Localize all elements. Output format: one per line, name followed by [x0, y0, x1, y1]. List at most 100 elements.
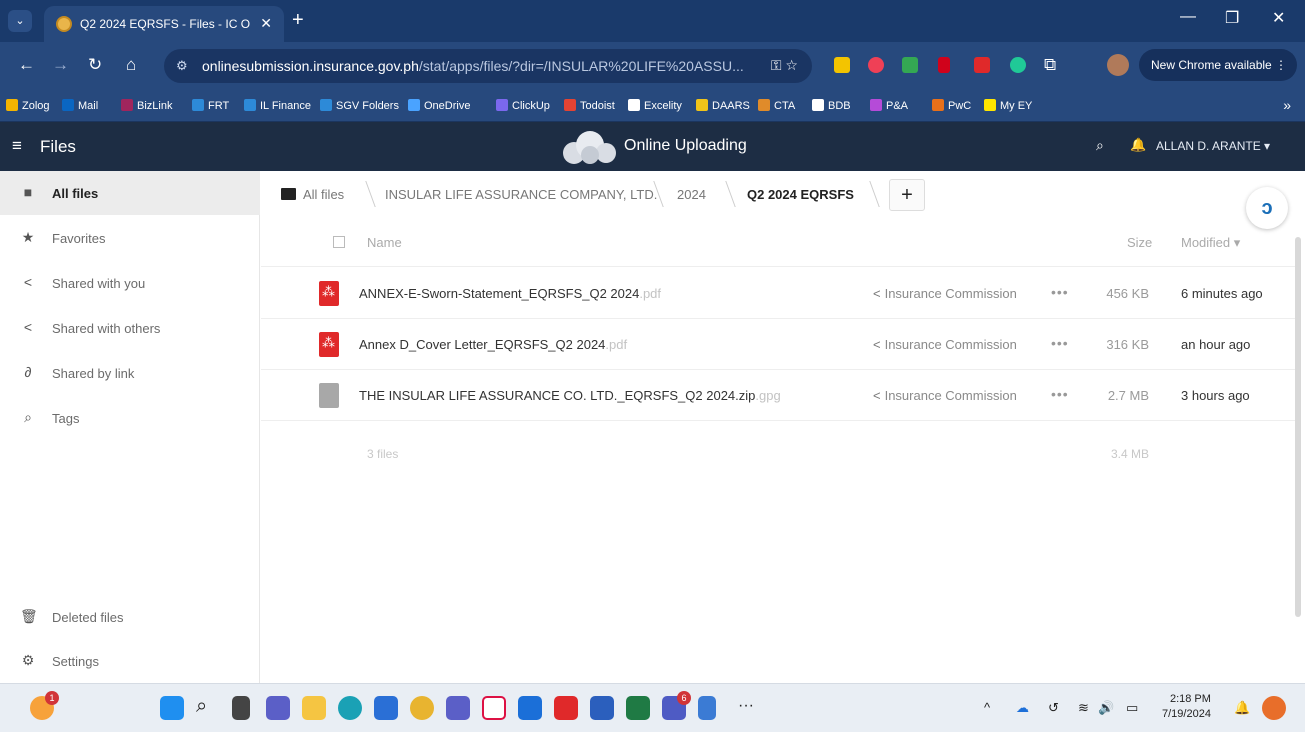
- bookmark-item[interactable]: FRT: [192, 99, 229, 112]
- column-size[interactable]: Size: [1127, 235, 1152, 250]
- breadcrumb-current[interactable]: Q2 2024 EQRSFS: [747, 187, 854, 202]
- teams-classic-icon[interactable]: [446, 696, 470, 720]
- breadcrumb-company[interactable]: INSULAR LIFE ASSURANCE COMPANY, LTD.: [385, 187, 657, 202]
- sidebar-item-all-files[interactable]: ■ All files: [0, 171, 260, 215]
- task-view-icon[interactable]: [232, 696, 250, 720]
- file-explorer-icon[interactable]: [302, 696, 326, 720]
- breadcrumb-year[interactable]: 2024: [677, 187, 706, 202]
- browser-tab-strip: ⌄ Q2 2024 EQRSFS - Files - IC On ✕ + — ❐…: [0, 0, 1305, 42]
- extension-green-circle-icon[interactable]: [1010, 57, 1026, 73]
- bookmark-item[interactable]: BizLink: [121, 99, 172, 112]
- tab-close-icon[interactable]: ✕: [260, 15, 272, 32]
- onedrive-icon[interactable]: ☁: [1016, 700, 1029, 716]
- bookmark-item[interactable]: DAARS: [696, 99, 750, 112]
- bookmark-item[interactable]: CTA: [758, 99, 795, 112]
- address-bar[interactable]: ⚙ onlinesubmission.insurance.gov.ph/stat…: [164, 49, 812, 83]
- sync-icon[interactable]: ↺: [1048, 700, 1059, 716]
- bookmark-item[interactable]: Excelity: [628, 99, 682, 112]
- show-hidden-icons-icon[interactable]: ^: [984, 700, 990, 715]
- extension-pocket-icon[interactable]: [868, 57, 884, 73]
- profile-avatar[interactable]: [1107, 54, 1129, 76]
- start-button-icon[interactable]: [160, 696, 184, 720]
- bookmark-item[interactable]: My EY: [984, 99, 1032, 112]
- bookmark-item[interactable]: P&A: [870, 99, 908, 112]
- notifications-icon[interactable]: 🔔: [1130, 137, 1146, 153]
- search-icon[interactable]: ⌕: [1096, 137, 1104, 154]
- sidebar-item-favorites[interactable]: ★ Favorites: [0, 216, 260, 260]
- word-icon[interactable]: [590, 696, 614, 720]
- table-row[interactable]: ANNEX-E-Sworn-Statement_EQRSFS_Q2 2024.p…: [261, 269, 1295, 319]
- browser-tab-active[interactable]: Q2 2024 EQRSFS - Files - IC On ✕: [44, 6, 284, 42]
- snipping-tool-icon[interactable]: [482, 696, 506, 720]
- restore-button[interactable]: ❐: [1225, 8, 1239, 28]
- home-icon[interactable]: ⌂: [126, 55, 136, 75]
- sidebar-item-shared-by-link[interactable]: ∂ Shared by link: [0, 351, 260, 395]
- clock[interactable]: 2:18 PM 7/19/2024: [1162, 692, 1211, 722]
- column-modified[interactable]: Modified ▾: [1181, 235, 1240, 251]
- scrollbar[interactable]: [1295, 237, 1301, 617]
- teams-icon[interactable]: [266, 696, 290, 720]
- new-tab-button[interactable]: +: [292, 10, 304, 30]
- more-apps-button[interactable]: ···: [738, 697, 754, 715]
- bookmark-item[interactable]: ClickUp: [496, 99, 550, 112]
- bookmarks-overflow-button[interactable]: »: [1283, 97, 1291, 113]
- outlook-icon[interactable]: [518, 696, 542, 720]
- new-file-button[interactable]: +: [889, 179, 925, 211]
- minimize-button[interactable]: —: [1180, 8, 1196, 26]
- file-actions-icon[interactable]: •••: [1051, 335, 1069, 351]
- date: 7/19/2024: [1162, 708, 1211, 720]
- wifi-icon[interactable]: ≋: [1078, 700, 1089, 716]
- bookmark-item[interactable]: PwC: [932, 99, 971, 112]
- extension-green-icon[interactable]: [902, 57, 918, 73]
- user-menu[interactable]: ALLAN D. ARANTE ▾: [1156, 139, 1270, 153]
- forward-arrow-icon[interactable]: →: [52, 55, 69, 75]
- menu-icon[interactable]: ≡: [12, 136, 22, 156]
- excel-icon[interactable]: [626, 696, 650, 720]
- extension-acrobat-icon[interactable]: [974, 57, 990, 73]
- bookmark-item[interactable]: SGV Folders: [320, 99, 399, 112]
- notification-bell-icon[interactable]: 🔔: [1234, 700, 1250, 716]
- chrome-icon[interactable]: [410, 696, 434, 720]
- site-info-icon[interactable]: ⚙: [176, 58, 188, 74]
- extension-notes-icon[interactable]: [834, 57, 850, 73]
- sidebar-item-settings[interactable]: ⚙ Settings: [0, 639, 260, 683]
- bookmark-item[interactable]: BDB: [812, 99, 851, 112]
- acrobat-icon[interactable]: [554, 696, 578, 720]
- sidebar-item-tags[interactable]: ⌕ Tags: [0, 396, 260, 440]
- bookmark-star-icon[interactable]: ⚿ ☆: [771, 57, 798, 74]
- weather-widget-icon[interactable]: 1: [30, 691, 59, 720]
- teams-new-icon[interactable]: 6: [662, 691, 691, 720]
- table-row[interactable]: THE INSULAR LIFE ASSURANCE CO. LTD._EQRS…: [261, 371, 1295, 421]
- search-icon[interactable]: ⌕: [196, 695, 207, 718]
- file-actions-icon[interactable]: •••: [1051, 386, 1069, 402]
- edge-icon[interactable]: [338, 696, 362, 720]
- battery-icon[interactable]: ▭: [1126, 700, 1138, 716]
- bookmark-item[interactable]: Mail: [62, 99, 98, 112]
- reload-icon[interactable]: ↻: [88, 55, 102, 75]
- tab-search-button[interactable]: ⌄: [8, 10, 32, 32]
- breadcrumb-all-files[interactable]: All files: [303, 187, 344, 202]
- volume-icon[interactable]: 🔊: [1098, 700, 1114, 716]
- bookmark-item[interactable]: IL Finance: [244, 99, 311, 112]
- bookmark-item[interactable]: Todoist: [564, 99, 615, 112]
- bookmark-label: BizLink: [137, 100, 173, 112]
- file-actions-icon[interactable]: •••: [1051, 284, 1069, 300]
- store-icon[interactable]: [374, 696, 398, 720]
- chrome-update-button[interactable]: New Chrome available ⋮: [1139, 49, 1297, 81]
- column-name[interactable]: Name: [367, 235, 402, 250]
- sidebar-item-shared-with-others[interactable]: < Shared with others: [0, 306, 260, 350]
- table-row[interactable]: Annex D_Cover Letter_EQRSFS_Q2 2024.pdf …: [261, 320, 1295, 370]
- extension-flag-icon[interactable]: [938, 57, 950, 73]
- select-all-checkbox[interactable]: [333, 236, 345, 248]
- extensions-puzzle-icon[interactable]: ⧉: [1044, 55, 1056, 75]
- app-title[interactable]: Files: [40, 137, 76, 157]
- sidebar-item-deleted-files[interactable]: 🗑 Deleted files: [0, 595, 260, 639]
- sidebar-item-shared-with-you[interactable]: < Shared with you: [0, 261, 260, 305]
- back-arrow-icon[interactable]: ←: [18, 55, 35, 75]
- copilot-icon[interactable]: [1262, 696, 1286, 720]
- notepad-icon[interactable]: [698, 696, 716, 720]
- close-window-button[interactable]: ✕: [1272, 8, 1285, 28]
- bookmark-item[interactable]: Zolog: [6, 99, 50, 112]
- bookmark-favicon-icon: [192, 99, 204, 111]
- bookmark-item[interactable]: OneDrive: [408, 99, 470, 112]
